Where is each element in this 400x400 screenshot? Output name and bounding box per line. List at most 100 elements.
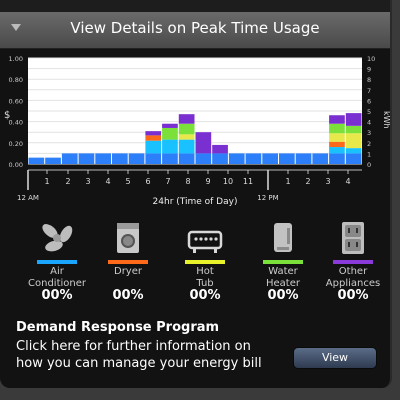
x-tick-label: 9: [205, 177, 210, 186]
bar-segment: [212, 153, 228, 164]
bar-segment: [312, 153, 329, 164]
hot-tub-icon: [187, 230, 223, 253]
y-right-tick-label: 9: [367, 66, 371, 74]
panel-title: View Details on Peak Time Usage: [70, 19, 320, 37]
x-tick-label: 3: [85, 177, 90, 186]
bar-segment: [178, 114, 195, 124]
y-right-tick-label: 0: [367, 161, 371, 169]
y-left-tick-label: 0.00: [9, 161, 23, 169]
bar-segment: [345, 133, 362, 149]
bar-segment: [228, 153, 245, 164]
y-right-tick-label: 4: [367, 119, 371, 127]
bar-segment: [195, 132, 212, 154]
bar-segment: [78, 153, 95, 164]
category-percent: 00%: [112, 288, 144, 303]
x-tick-label: 4: [105, 177, 110, 186]
x-tick-label: 2: [305, 177, 310, 186]
category-color-bar: [37, 260, 77, 264]
category-label: Other Appliances: [325, 266, 381, 289]
category-color-bar: [333, 260, 373, 264]
bar-segment: [345, 125, 362, 134]
bar-segment: [61, 153, 78, 164]
y-left-axis-label: $: [4, 110, 10, 121]
fan-icon: [42, 224, 73, 252]
category-label: Hot Tub: [196, 266, 214, 289]
view-button[interactable]: View: [293, 347, 377, 369]
x-tick-label: 11: [243, 177, 253, 186]
x-tick-label: 1: [285, 177, 290, 186]
x-tick-label: 7: [165, 177, 170, 186]
demand-response-line1: Click here for further information on: [16, 339, 251, 354]
dryer-icon: [117, 223, 139, 253]
y-right-tick-label: 7: [367, 87, 371, 95]
time-marker-label: 12 AM: [17, 194, 39, 202]
y-right-tick-label: 3: [367, 129, 371, 137]
bar-segment: [162, 127, 178, 140]
x-tick-label: 3: [325, 177, 330, 186]
bar-segment: [178, 139, 195, 154]
bar-segment: [145, 135, 162, 141]
bar-segment: [345, 153, 362, 164]
bar-segment: [195, 153, 212, 164]
demand-response-title: Demand Response Program: [16, 320, 220, 335]
bar-segment: [295, 153, 312, 164]
bar-segment: [262, 153, 278, 164]
usage-chart: 1.000.800.600.400.200.00$109876543210kWh…: [4, 55, 390, 207]
y-right-tick-label: 8: [367, 76, 371, 84]
y-left-tick-label: 0.20: [9, 140, 23, 148]
bar-segment: [329, 153, 345, 164]
bar-segment: [212, 144, 228, 154]
bar-segment: [128, 153, 145, 164]
category-percent: 00%: [189, 288, 221, 303]
y-right-axis-label: kWh: [382, 111, 390, 129]
bar-segment: [28, 157, 45, 164]
bar-segment: [162, 139, 178, 154]
bar-segment: [145, 131, 162, 136]
y-left-tick-label: 1.00: [9, 55, 23, 63]
demand-response-line2: how you can manage your energy bill: [16, 356, 262, 371]
bar-segment: [178, 153, 195, 164]
x-axis-label: 24hr (Time of Day): [153, 197, 238, 207]
y-right-tick-label: 5: [367, 108, 371, 116]
bar-segment: [329, 133, 345, 142]
x-tick-label: 5: [125, 177, 130, 186]
x-tick-label: 10: [223, 177, 233, 186]
category-percent: 00%: [267, 288, 299, 303]
y-left-tick-label: 0.40: [9, 119, 23, 127]
bar-segment: [45, 157, 61, 164]
category-label: Water Heater: [266, 266, 300, 289]
y-left-tick-label: 0.80: [9, 76, 23, 84]
category-color-bar: [263, 260, 303, 264]
y-right-tick-label: 6: [367, 97, 371, 105]
top-strip: [0, 0, 390, 12]
category-color-bar: [108, 260, 148, 264]
peak-usage-panel: View Details on Peak Time Usage 1.00 0.80…: [0, 0, 392, 388]
bar-segment: [112, 153, 128, 164]
category-color-bar: [185, 260, 225, 264]
category-label: Dryer: [114, 266, 142, 277]
y-right-tick-label: 10: [367, 55, 375, 63]
bar-segment: [329, 115, 345, 124]
category-percent: 00%: [41, 288, 73, 303]
y-right-tick-label: 2: [367, 140, 371, 148]
x-tick-label: 8: [185, 177, 190, 186]
x-tick-label: 1: [44, 177, 49, 186]
category-percent: 00%: [337, 288, 369, 303]
bar-segment: [279, 153, 295, 164]
bar-segment: [329, 141, 345, 148]
bar-segment: [162, 123, 178, 128]
bar-segment: [329, 147, 345, 154]
bar-segment: [95, 153, 111, 164]
bar-segment: [145, 140, 162, 154]
bar-segment: [345, 113, 362, 126]
water-heater-icon: [274, 223, 292, 252]
bar-segment: [178, 123, 195, 135]
bar-segment: [345, 148, 362, 154]
appliance-categories: Air Conditioner 00% Dryer 00% Hot Tub 00%: [0, 222, 390, 312]
panel-header[interactable]: View Details on Peak Time Usage: [0, 12, 390, 49]
bar-segment: [178, 134, 195, 140]
demand-response-link[interactable]: Click here for further information on ho…: [16, 338, 286, 372]
x-tick-label: 2: [65, 177, 70, 186]
category-label: Air Conditioner: [28, 266, 86, 289]
x-tick-label: 4: [345, 177, 350, 186]
